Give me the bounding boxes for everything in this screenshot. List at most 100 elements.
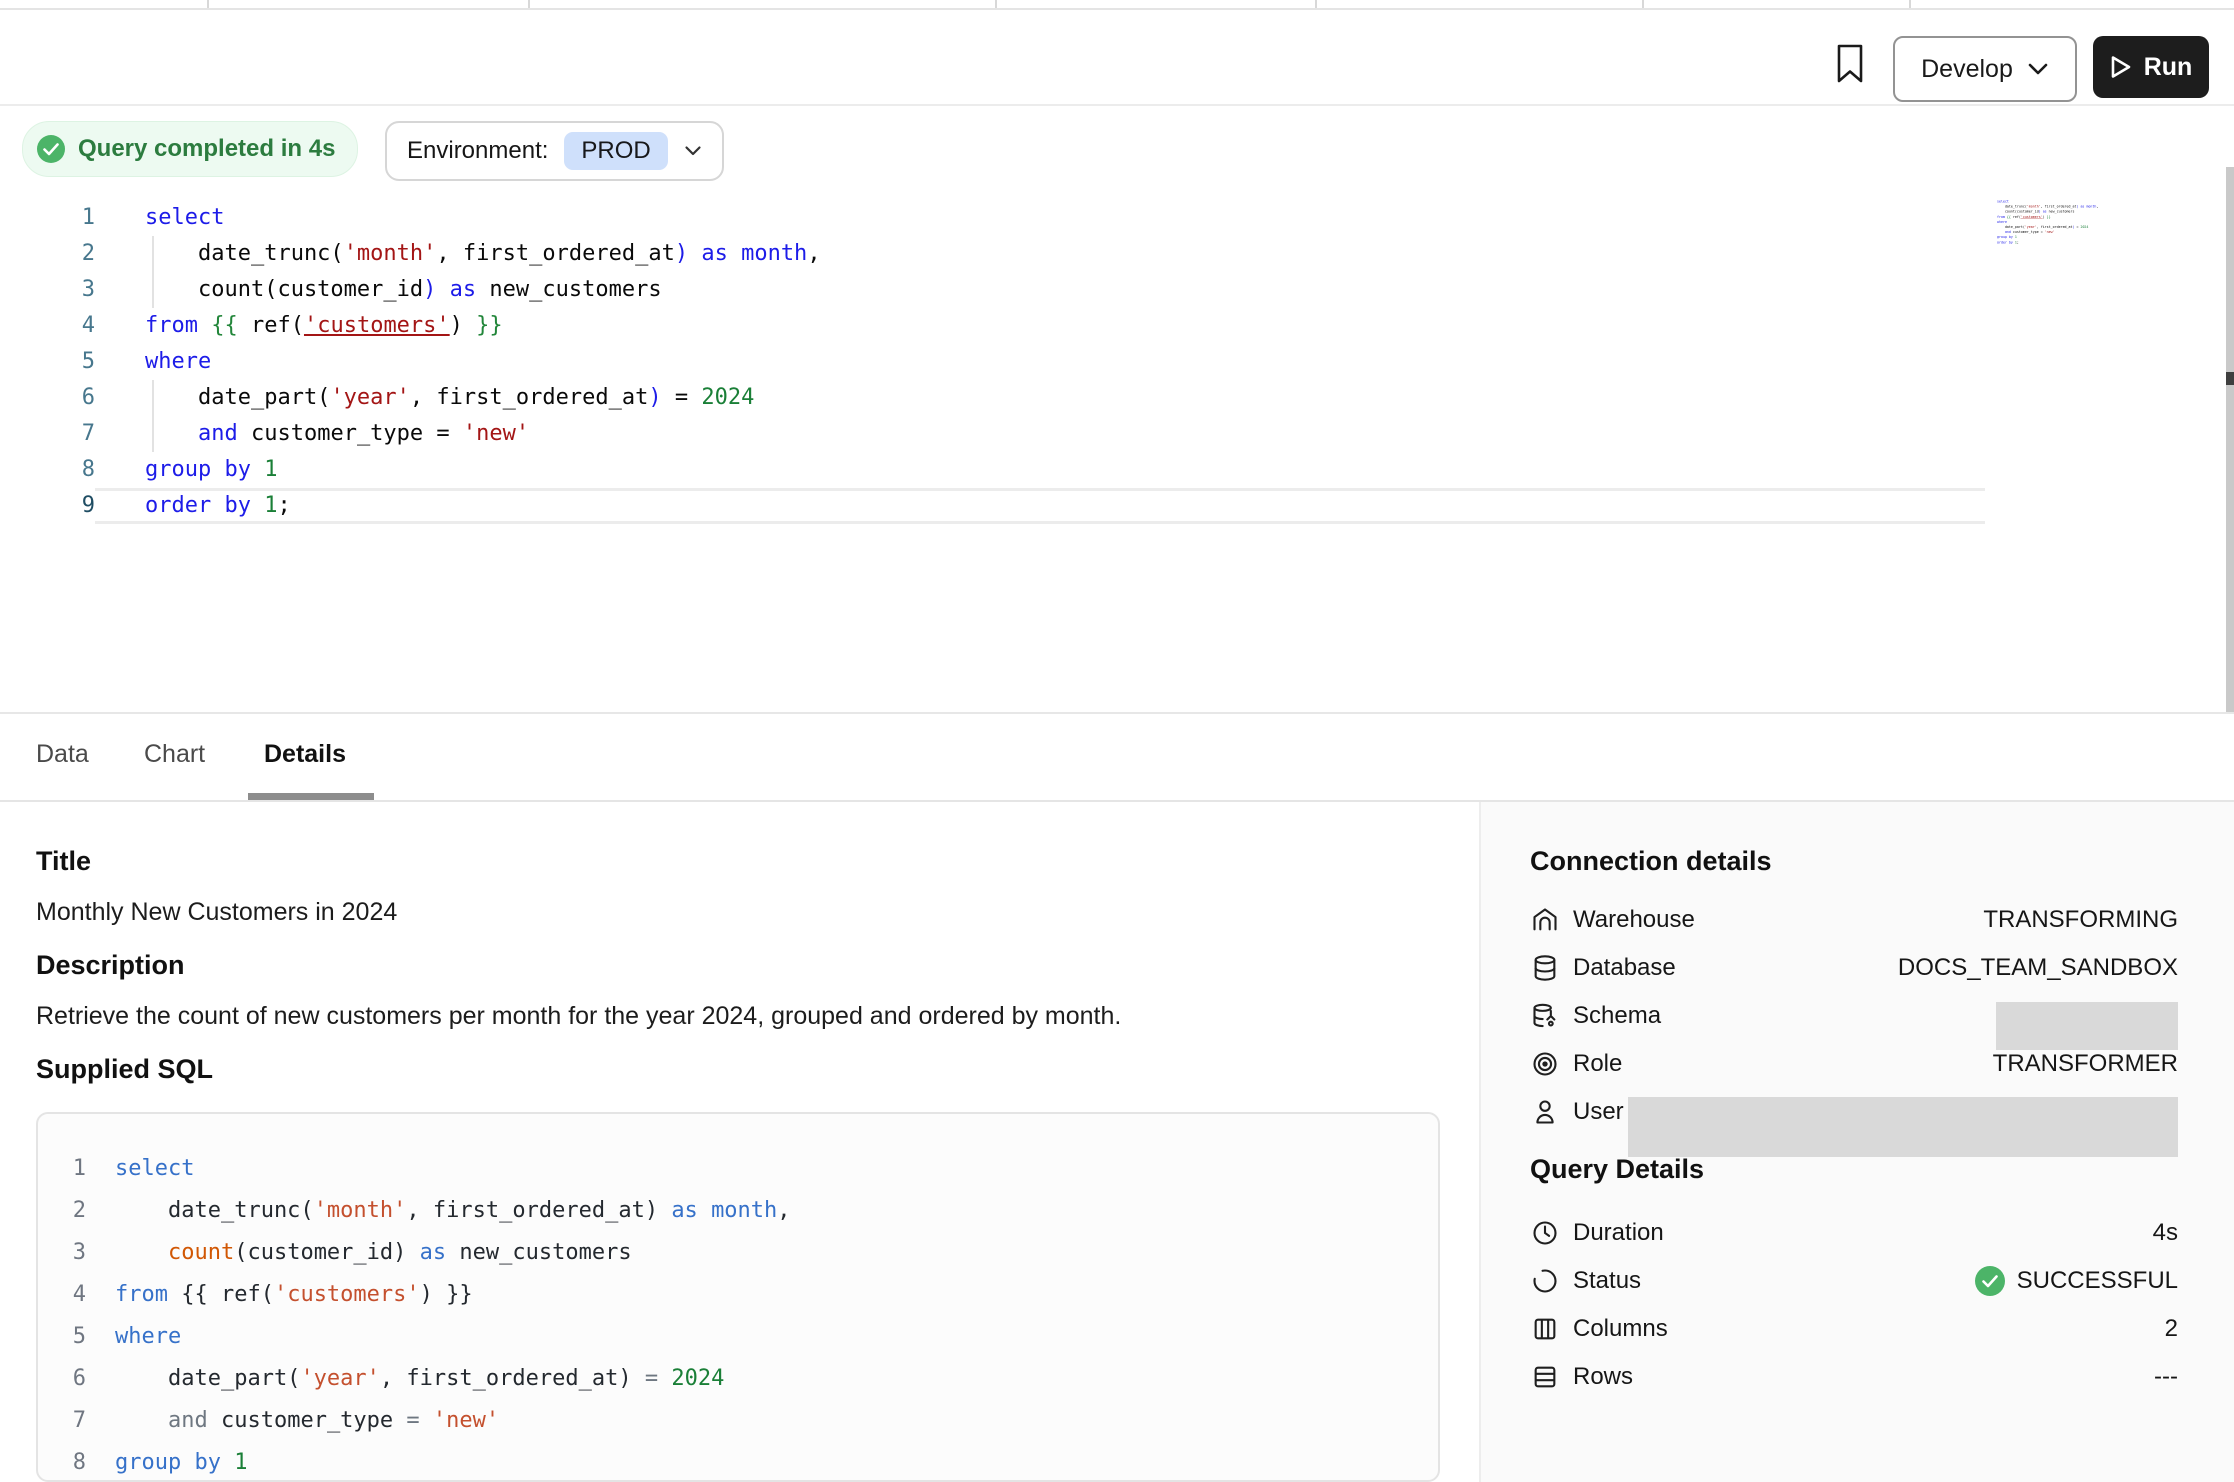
line-number: 6 xyxy=(38,1358,86,1400)
indent-guide xyxy=(152,380,154,452)
line-number: 1 xyxy=(55,200,95,236)
detail-row-warehouse: WarehouseTRANSFORMING xyxy=(1530,896,2178,944)
detail-row-columns: Columns 2 xyxy=(1530,1305,2178,1353)
title-heading: Title xyxy=(36,846,91,877)
line-number: 5 xyxy=(38,1316,86,1358)
description-heading: Description xyxy=(36,950,185,981)
detail-row-rows: Rows --- xyxy=(1530,1353,2178,1401)
top-tab-strip xyxy=(0,0,2234,10)
editor-line: 1select xyxy=(55,200,1985,236)
environment-value-pill: PROD xyxy=(564,132,667,170)
supplied-sql-line: 2 date_trunc('month', first_ordered_at) … xyxy=(38,1190,1438,1232)
scrollbar-track[interactable] xyxy=(2226,167,2234,712)
chevron-down-icon xyxy=(684,145,702,157)
detail-label: Role xyxy=(1573,1050,1622,1078)
duration-icon xyxy=(1530,1218,1560,1248)
title-value: Monthly New Customers in 2024 xyxy=(36,898,397,927)
editor-minimap[interactable]: select date_trunc('month', first_ordered… xyxy=(1997,199,2103,251)
indent-guide xyxy=(152,236,154,308)
detail-label: User xyxy=(1573,1098,1624,1126)
line-number: 3 xyxy=(55,272,95,308)
tab-separator xyxy=(207,0,209,8)
details-side-panel: Connection details WarehouseTRANSFORMING… xyxy=(1479,802,2234,1482)
role-icon xyxy=(1530,1049,1560,1079)
line-number: 8 xyxy=(55,452,95,488)
redacted-value xyxy=(1628,1097,2178,1157)
supplied-sql-line: 4from {{ ref('customers') }} xyxy=(38,1274,1438,1316)
connection-details-heading: Connection details xyxy=(1530,846,1772,877)
detail-label: Columns xyxy=(1573,1315,1668,1343)
editor-line: 8group by 1 xyxy=(55,452,1985,488)
detail-row-status: Status SUCCESSFUL xyxy=(1530,1257,2178,1305)
success-check-icon xyxy=(1975,1266,2005,1296)
detail-label: Database xyxy=(1573,954,1676,982)
line-number: 5 xyxy=(55,344,95,380)
run-button[interactable]: Run xyxy=(2093,36,2209,98)
line-number: 9 xyxy=(55,488,95,524)
tab-data[interactable]: Data xyxy=(36,740,89,769)
run-button-label: Run xyxy=(2144,53,2193,82)
detail-value: 2 xyxy=(2165,1315,2178,1343)
supplied-sql-line: 5where xyxy=(38,1316,1438,1358)
query-details-heading: Query Details xyxy=(1530,1154,1704,1185)
results-tabbar: Data Chart Details xyxy=(0,714,2234,802)
supplied-sql-line: 6 date_part('year', first_ordered_at) = … xyxy=(38,1358,1438,1400)
environment-label: Environment: xyxy=(407,137,548,165)
detail-value: DOCS_TEAM_SANDBOX xyxy=(1898,954,2178,982)
line-number: 8 xyxy=(38,1442,86,1482)
detail-value: 4s xyxy=(2153,1219,2178,1247)
detail-label: Duration xyxy=(1573,1219,1664,1247)
line-number: 6 xyxy=(55,380,95,416)
editor-line: 6 date_part('year', first_ordered_at) = … xyxy=(55,380,1985,416)
editor-line: 7 and customer_type = 'new' xyxy=(55,416,1985,452)
schema-icon xyxy=(1530,1001,1560,1031)
environment-select[interactable]: Environment: PROD xyxy=(385,121,724,181)
status-icon xyxy=(1530,1266,1560,1296)
detail-row-user: User xyxy=(1530,1088,2178,1136)
bookmark-icon[interactable] xyxy=(1828,36,1872,92)
detail-row-duration: Duration 4s xyxy=(1530,1209,2178,1257)
line-number: 2 xyxy=(55,236,95,272)
line-number: 4 xyxy=(38,1274,86,1316)
line-number: 7 xyxy=(55,416,95,452)
play-icon xyxy=(2110,55,2132,79)
tab-chart[interactable]: Chart xyxy=(144,740,205,769)
user-icon xyxy=(1530,1097,1560,1127)
detail-value: TRANSFORMING xyxy=(1983,906,2178,934)
columns-icon xyxy=(1530,1314,1560,1344)
supplied-sql-heading: Supplied SQL xyxy=(36,1054,213,1085)
detail-label: Rows xyxy=(1573,1363,1633,1391)
editor-line: 2 date_trunc('month', first_ordered_at) … xyxy=(55,236,1985,272)
toolbar: Develop Run xyxy=(0,10,2234,106)
supplied-sql-line: 8group by 1 xyxy=(38,1442,1438,1482)
database-icon xyxy=(1530,953,1560,983)
scrollbar-thumb[interactable] xyxy=(2226,372,2234,385)
line-number: 1 xyxy=(38,1148,86,1190)
sql-editor[interactable]: 1select2 date_trunc('month', first_order… xyxy=(55,200,1985,524)
line-number: 2 xyxy=(38,1190,86,1232)
tab-separator xyxy=(995,0,997,8)
line-number: 3 xyxy=(38,1232,86,1274)
tab-separator xyxy=(1642,0,1644,8)
editor-line: 4from {{ ref('customers') }} xyxy=(55,308,1985,344)
develop-button-label: Develop xyxy=(1921,55,2013,84)
tab-separator xyxy=(1909,0,1911,8)
line-number: 4 xyxy=(55,308,95,344)
supplied-sql-line: 7 and customer_type = 'new' xyxy=(38,1400,1438,1442)
detail-value: SUCCESSFUL xyxy=(2017,1267,2178,1295)
description-value: Retrieve the count of new customers per … xyxy=(36,1002,1121,1031)
tab-separator xyxy=(528,0,530,8)
query-status-badge: Query completed in 4s xyxy=(22,121,358,177)
tab-details[interactable]: Details xyxy=(264,740,346,769)
detail-value: --- xyxy=(2154,1363,2178,1391)
editor-line: 5where xyxy=(55,344,1985,380)
supplied-sql-line: 1select xyxy=(38,1148,1438,1190)
detail-label: Status xyxy=(1573,1267,1641,1295)
editor-line: 9order by 1; xyxy=(55,488,1985,524)
detail-label: Schema xyxy=(1573,1002,1661,1030)
rows-icon xyxy=(1530,1362,1560,1392)
editor-line: 3 count(customer_id) as new_customers xyxy=(55,272,1985,308)
active-tab-underline xyxy=(248,793,374,800)
develop-button[interactable]: Develop xyxy=(1893,36,2077,102)
tab-separator xyxy=(1315,0,1317,8)
